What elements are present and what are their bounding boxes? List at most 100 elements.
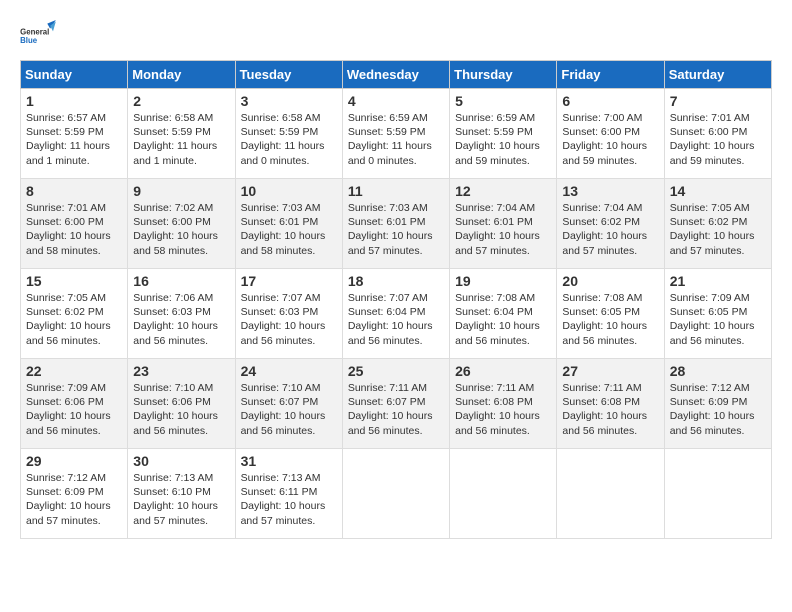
day-number: 29 — [26, 453, 122, 469]
calendar-cell — [342, 449, 449, 539]
day-number: 11 — [348, 183, 444, 199]
calendar-cell: 28 Sunrise: 7:12 AM Sunset: 6:09 PM Dayli… — [664, 359, 771, 449]
day-number: 8 — [26, 183, 122, 199]
day-info: Sunrise: 7:07 AM Sunset: 6:03 PM Dayligh… — [241, 291, 337, 348]
day-info: Sunrise: 7:01 AM Sunset: 6:00 PM Dayligh… — [26, 201, 122, 258]
calendar-cell: 31Sunrise: 7:13 AM Sunset: 6:11 PM Dayli… — [235, 449, 342, 539]
day-info: Sunrise: 7:01 AM Sunset: 6:00 PM Dayligh… — [670, 111, 766, 168]
day-number: 15 — [26, 273, 122, 289]
day-info: Sunrise: 7:08 AM Sunset: 6:05 PM Dayligh… — [562, 291, 658, 348]
calendar-week-row: 1 Sunrise: 6:57 AM Sunset: 5:59 PM Daylig… — [21, 89, 772, 179]
calendar-cell: 25 Sunrise: 7:11 AM Sunset: 6:07 PM Dayli… — [342, 359, 449, 449]
day-number: 17 — [241, 273, 337, 289]
day-number: 25 — [348, 363, 444, 379]
calendar-cell: 30 Sunrise: 7:13 AM Sunset: 6:10 PM Dayli… — [128, 449, 235, 539]
day-info: Sunrise: 7:09 AM Sunset: 6:05 PM Dayligh… — [670, 291, 766, 348]
day-info: Sunrise: 7:10 AM Sunset: 6:07 PM Dayligh… — [241, 381, 337, 438]
calendar-cell: 3Sunrise: 6:58 AM Sunset: 5:59 PM Daylig… — [235, 89, 342, 179]
day-number: 21 — [670, 273, 766, 289]
calendar-cell: 12 Sunrise: 7:04 AM Sunset: 6:01 PM Dayli… — [450, 179, 557, 269]
calendar-cell: 13 Sunrise: 7:04 AM Sunset: 6:02 PM Dayli… — [557, 179, 664, 269]
day-number: 10 — [241, 183, 337, 199]
day-number: 13 — [562, 183, 658, 199]
day-info: Sunrise: 7:04 AM Sunset: 6:01 PM Dayligh… — [455, 201, 551, 258]
calendar-cell: 11Sunrise: 7:03 AM Sunset: 6:01 PM Dayli… — [342, 179, 449, 269]
day-info: Sunrise: 7:04 AM Sunset: 6:02 PM Dayligh… — [562, 201, 658, 258]
calendar-cell: 19Sunrise: 7:08 AM Sunset: 6:04 PM Dayli… — [450, 269, 557, 359]
calendar-cell: 24Sunrise: 7:10 AM Sunset: 6:07 PM Dayli… — [235, 359, 342, 449]
calendar-cell — [450, 449, 557, 539]
day-info: Sunrise: 7:03 AM Sunset: 6:01 PM Dayligh… — [241, 201, 337, 258]
calendar-cell: 4 Sunrise: 6:59 AM Sunset: 5:59 PM Daylig… — [342, 89, 449, 179]
calendar-week-row: 29 Sunrise: 7:12 AM Sunset: 6:09 PM Dayli… — [21, 449, 772, 539]
day-info: Sunrise: 6:58 AM Sunset: 5:59 PM Dayligh… — [241, 111, 337, 168]
day-info: Sunrise: 7:05 AM Sunset: 6:02 PM Dayligh… — [670, 201, 766, 258]
calendar-cell: 23Sunrise: 7:10 AM Sunset: 6:06 PM Dayli… — [128, 359, 235, 449]
calendar-cell: 17 Sunrise: 7:07 AM Sunset: 6:03 PM Dayli… — [235, 269, 342, 359]
day-info: Sunrise: 7:13 AM Sunset: 6:10 PM Dayligh… — [133, 471, 229, 528]
calendar-week-row: 22 Sunrise: 7:09 AM Sunset: 6:06 PM Dayli… — [21, 359, 772, 449]
day-number: 31 — [241, 453, 337, 469]
day-number: 18 — [348, 273, 444, 289]
day-info: Sunrise: 6:57 AM Sunset: 5:59 PM Dayligh… — [26, 111, 122, 168]
calendar-cell: 22 Sunrise: 7:09 AM Sunset: 6:06 PM Dayli… — [21, 359, 128, 449]
calendar-cell: 6Sunrise: 7:00 AM Sunset: 6:00 PM Daylig… — [557, 89, 664, 179]
day-number: 30 — [133, 453, 229, 469]
day-number: 5 — [455, 93, 551, 109]
calendar-week-row: 15 Sunrise: 7:05 AM Sunset: 6:02 PM Dayli… — [21, 269, 772, 359]
day-number: 20 — [562, 273, 658, 289]
day-info: Sunrise: 6:59 AM Sunset: 5:59 PM Dayligh… — [455, 111, 551, 168]
weekday-header-friday: Friday — [557, 61, 664, 89]
day-number: 14 — [670, 183, 766, 199]
day-info: Sunrise: 7:11 AM Sunset: 6:08 PM Dayligh… — [455, 381, 551, 438]
day-info: Sunrise: 7:09 AM Sunset: 6:06 PM Dayligh… — [26, 381, 122, 438]
day-info: Sunrise: 7:05 AM Sunset: 6:02 PM Dayligh… — [26, 291, 122, 348]
day-number: 26 — [455, 363, 551, 379]
day-number: 12 — [455, 183, 551, 199]
day-number: 9 — [133, 183, 229, 199]
weekday-header-wednesday: Wednesday — [342, 61, 449, 89]
day-info: Sunrise: 7:11 AM Sunset: 6:07 PM Dayligh… — [348, 381, 444, 438]
calendar-cell: 26 Sunrise: 7:11 AM Sunset: 6:08 PM Dayli… — [450, 359, 557, 449]
day-number: 28 — [670, 363, 766, 379]
weekday-header-tuesday: Tuesday — [235, 61, 342, 89]
logo-icon: General Blue — [20, 20, 56, 50]
calendar-week-row: 8 Sunrise: 7:01 AM Sunset: 6:00 PM Daylig… — [21, 179, 772, 269]
day-number: 7 — [670, 93, 766, 109]
day-info: Sunrise: 7:12 AM Sunset: 6:09 PM Dayligh… — [670, 381, 766, 438]
day-number: 22 — [26, 363, 122, 379]
day-number: 1 — [26, 93, 122, 109]
calendar-cell: 5 Sunrise: 6:59 AM Sunset: 5:59 PM Daylig… — [450, 89, 557, 179]
calendar-cell — [664, 449, 771, 539]
calendar-cell: 7 Sunrise: 7:01 AM Sunset: 6:00 PM Daylig… — [664, 89, 771, 179]
day-number: 4 — [348, 93, 444, 109]
calendar-table: SundayMondayTuesdayWednesdayThursdayFrid… — [20, 60, 772, 539]
day-info: Sunrise: 7:02 AM Sunset: 6:00 PM Dayligh… — [133, 201, 229, 258]
calendar-cell: 16 Sunrise: 7:06 AM Sunset: 6:03 PM Dayli… — [128, 269, 235, 359]
weekday-header-saturday: Saturday — [664, 61, 771, 89]
logo: General Blue — [20, 20, 56, 50]
calendar-cell: 9 Sunrise: 7:02 AM Sunset: 6:00 PM Daylig… — [128, 179, 235, 269]
day-number: 27 — [562, 363, 658, 379]
svg-text:General: General — [20, 27, 49, 36]
calendar-cell: 18 Sunrise: 7:07 AM Sunset: 6:04 PM Dayli… — [342, 269, 449, 359]
day-info: Sunrise: 6:58 AM Sunset: 5:59 PM Dayligh… — [133, 111, 229, 168]
calendar-cell — [557, 449, 664, 539]
page-header: General Blue — [20, 20, 772, 50]
svg-text:Blue: Blue — [20, 36, 38, 45]
day-info: Sunrise: 7:11 AM Sunset: 6:08 PM Dayligh… — [562, 381, 658, 438]
day-info: Sunrise: 7:12 AM Sunset: 6:09 PM Dayligh… — [26, 471, 122, 528]
calendar-cell: 21 Sunrise: 7:09 AM Sunset: 6:05 PM Dayli… — [664, 269, 771, 359]
calendar-cell: 1 Sunrise: 6:57 AM Sunset: 5:59 PM Daylig… — [21, 89, 128, 179]
day-info: Sunrise: 7:06 AM Sunset: 6:03 PM Dayligh… — [133, 291, 229, 348]
day-info: Sunrise: 6:59 AM Sunset: 5:59 PM Dayligh… — [348, 111, 444, 168]
calendar-cell: 20 Sunrise: 7:08 AM Sunset: 6:05 PM Dayli… — [557, 269, 664, 359]
calendar-cell: 15 Sunrise: 7:05 AM Sunset: 6:02 PM Dayli… — [21, 269, 128, 359]
day-info: Sunrise: 7:07 AM Sunset: 6:04 PM Dayligh… — [348, 291, 444, 348]
calendar-cell: 8 Sunrise: 7:01 AM Sunset: 6:00 PM Daylig… — [21, 179, 128, 269]
day-number: 16 — [133, 273, 229, 289]
day-number: 2 — [133, 93, 229, 109]
calendar-cell: 10 Sunrise: 7:03 AM Sunset: 6:01 PM Dayli… — [235, 179, 342, 269]
day-number: 19 — [455, 273, 551, 289]
calendar-cell: 14 Sunrise: 7:05 AM Sunset: 6:02 PM Dayli… — [664, 179, 771, 269]
